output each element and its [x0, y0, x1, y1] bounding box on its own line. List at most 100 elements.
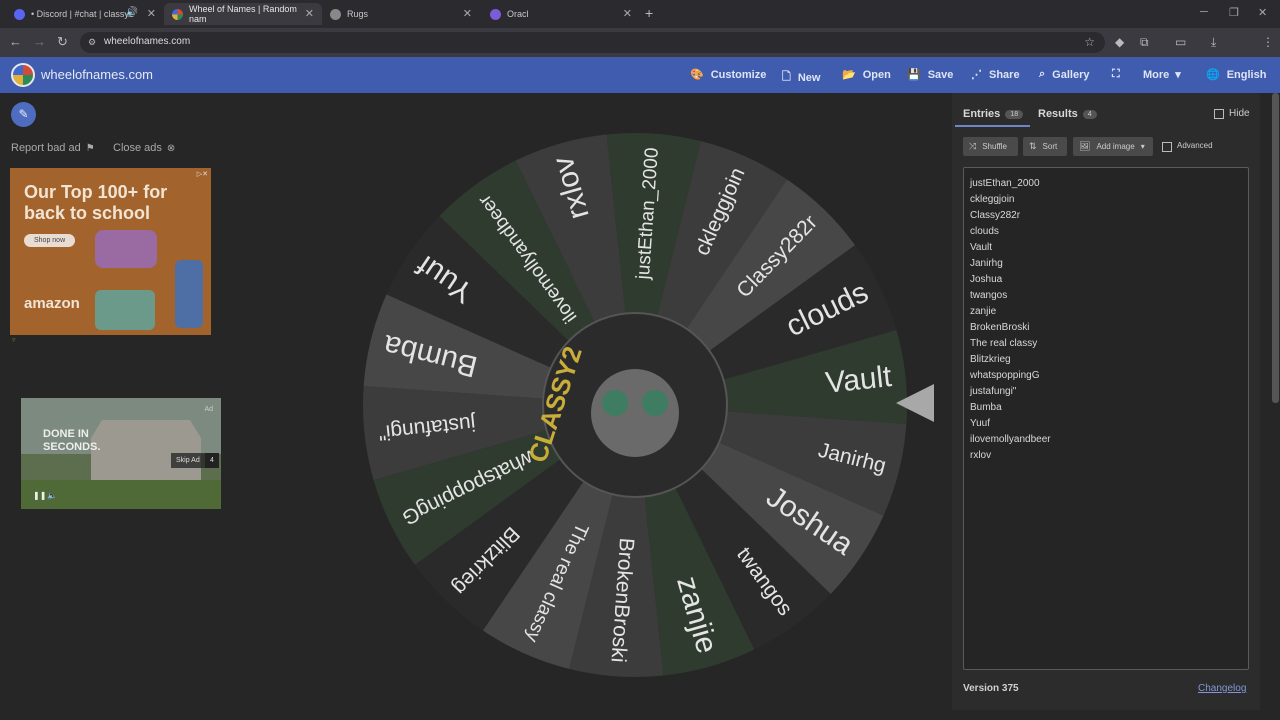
entry-line[interactable]: justafungi" [970, 384, 1242, 400]
reload-icon[interactable]: ↻ [57, 34, 68, 50]
version-label: Version 375 [963, 683, 1019, 694]
site-info-icon[interactable]: ⚙ [88, 37, 96, 48]
search-icon: ⌕ [1039, 68, 1046, 80]
entries-panel: Entries 18 Results 4 Hide ⤨ Shuffle ⇅ Sort 🖼… [952, 93, 1260, 710]
close-ads-link[interactable]: Close ads ⊗ [113, 142, 175, 154]
entry-line[interactable]: rxlov [970, 448, 1242, 464]
forward-icon[interactable]: → [33, 34, 46, 49]
bookmark-star-icon[interactable]: ☆ [1084, 35, 1095, 49]
entry-line[interactable]: Vault [970, 240, 1242, 256]
tab-rugs[interactable]: Rugs ✕ [322, 3, 480, 25]
pause-icon[interactable]: ❚❚ [33, 491, 46, 500]
bottle-image [175, 260, 203, 328]
adchoices-mark-icon[interactable]: ▿ [12, 336, 16, 344]
close-tab-icon[interactable]: ✕ [305, 7, 314, 20]
globe-icon: 🌐 [1206, 69, 1220, 81]
adchoices-icon[interactable]: ▷✕ [197, 170, 208, 178]
entry-line[interactable]: ckleggjoin [970, 192, 1242, 208]
report-bad-ad-link[interactable]: Report bad ad ⚑ [11, 142, 95, 154]
entry-line[interactable]: The real classy [970, 336, 1242, 352]
tab-entries[interactable]: Entries 18 [963, 108, 1024, 120]
shuffle-button[interactable]: ⤨ Shuffle [963, 137, 1018, 156]
new-file-icon: 🗋 [782, 71, 791, 83]
edit-pencil-button[interactable]: ✎ [11, 102, 36, 127]
entry-line[interactable]: whatspoppingG [970, 368, 1242, 384]
speaker-icon[interactable]: 🔊 [126, 7, 138, 18]
share-button[interactable]: ⋰ Share [971, 68, 1020, 82]
folder-icon: 📂 [842, 69, 856, 81]
site-name[interactable]: wheelofnames.com [41, 67, 153, 82]
entry-line[interactable]: Janirhg [970, 256, 1242, 272]
volume-icon[interactable]: 🔈 [47, 491, 57, 500]
download-icon[interactable]: ⤓ [1211, 35, 1216, 50]
close-tab-icon[interactable]: ✕ [463, 7, 472, 20]
address-bar[interactable]: ⚙ wheelofnames.com ☆ [80, 32, 1105, 53]
back-icon[interactable]: ← [9, 34, 22, 49]
maximize-icon[interactable]: ❐ [1229, 6, 1239, 19]
entry-line[interactable]: twangos [970, 288, 1242, 304]
wheel-slice-label: Vault [824, 360, 894, 400]
entry-line[interactable]: Yuuf [970, 416, 1242, 432]
shop-now-button[interactable]: Shop now [24, 234, 76, 247]
page-scrollbar[interactable] [1272, 93, 1279, 403]
url-text: wheelofnames.com [104, 36, 191, 47]
entries-count-badge: 18 [1005, 109, 1024, 119]
browser-toolbar: ← → ↻ ⚙ wheelofnames.com ☆ ◆ ⧉ ▭ ⤓ ⋮ [0, 28, 1280, 76]
wheel-favicon-icon [172, 8, 183, 20]
close-window-icon[interactable]: ✕ [1258, 6, 1267, 19]
fullscreen-button[interactable]: ⛶ [1112, 68, 1127, 81]
extension-icon[interactable]: ◆ [1115, 35, 1124, 49]
entry-line[interactable]: Blitzkrieg [970, 352, 1242, 368]
advanced-checkbox[interactable] [1162, 142, 1172, 152]
entry-line[interactable]: ilovemollyandbeer [970, 432, 1242, 448]
gallery-button[interactable]: ⌕ Gallery [1039, 68, 1089, 81]
shuffle-icon: ⤨ [969, 141, 977, 151]
new-button[interactable]: 🗋 New [782, 68, 820, 87]
amazon-ad[interactable]: Our Top 100+ for back to school Shop now… [10, 168, 211, 335]
entry-line[interactable]: zanjie [970, 304, 1242, 320]
wheel-logo-icon[interactable] [11, 63, 35, 87]
image-icon: 🖼 [1079, 141, 1091, 151]
tab-label: • Discord | #chat | classy2 [31, 9, 134, 19]
side-panel-icon[interactable]: ▭ [1175, 35, 1186, 49]
mask-eye [642, 390, 668, 416]
open-button[interactable]: 📂 Open [842, 68, 891, 82]
ad-headline: DONE IN SECONDS. [43, 428, 101, 453]
tab-discord[interactable]: • Discord | #chat | classy2 🔊 ✕ [6, 3, 164, 25]
hide-checkbox[interactable] [1214, 109, 1224, 119]
kebab-menu-icon[interactable]: ⋮ [1262, 35, 1274, 49]
chevron-down-icon: ▾ [1175, 69, 1181, 81]
customize-button[interactable]: 🎨 Customize [690, 68, 766, 82]
entry-line[interactable]: justEthan_2000 [970, 176, 1242, 192]
puzzle-extensions-icon[interactable]: ⧉ [1140, 35, 1149, 50]
close-tab-icon[interactable]: ✕ [623, 7, 632, 20]
mask-eye [602, 390, 628, 416]
wheel[interactable]: justEthan_2000 ckleggjoin Classy282r clouds… [360, 130, 910, 680]
add-image-button[interactable]: 🖼 Add image ▾ [1073, 137, 1153, 156]
more-button[interactable]: More ▾ [1143, 68, 1181, 82]
minimize-icon[interactable]: ─ [1200, 6, 1208, 18]
new-tab-button[interactable]: + [645, 5, 653, 21]
wheel-pointer-icon [896, 384, 934, 422]
save-button[interactable]: 💾 Save [907, 68, 953, 82]
entry-line[interactable]: clouds [970, 224, 1242, 240]
entry-line[interactable]: Bumba [970, 400, 1242, 416]
changelog-link[interactable]: Changelog [1198, 683, 1246, 694]
entry-line[interactable]: BrokenBroski [970, 320, 1242, 336]
oracl-icon [490, 8, 501, 20]
entry-line[interactable]: Joshua [970, 272, 1242, 288]
palette-icon: 🎨 [690, 69, 704, 81]
tab-results[interactable]: Results 4 [1038, 108, 1097, 120]
language-button[interactable]: 🌐 English [1206, 68, 1266, 82]
sort-button[interactable]: ⇅ Sort [1023, 137, 1067, 156]
entries-textarea[interactable]: justEthan_2000 ckleggjoin Classy282r clouds… [963, 167, 1249, 670]
wheel-svg[interactable]: justEthan_2000 ckleggjoinClassy282rclouds… [360, 130, 910, 680]
entry-line[interactable]: Classy282r [970, 208, 1242, 224]
ad-label: Ad [204, 406, 213, 413]
skip-ad-button[interactable]: Skip Ad 4 [171, 453, 219, 468]
video-ad[interactable]: DONE IN SECONDS. Ad Skip Ad 4 ❚❚ 🔈 [21, 398, 221, 509]
tab-wheel-of-names[interactable]: Wheel of Names | Random nam ✕ [164, 3, 322, 25]
tab-oracl[interactable]: Oracl ✕ [482, 3, 640, 25]
close-tab-icon[interactable]: ✕ [147, 7, 156, 20]
skip-countdown: 4 [205, 453, 219, 468]
